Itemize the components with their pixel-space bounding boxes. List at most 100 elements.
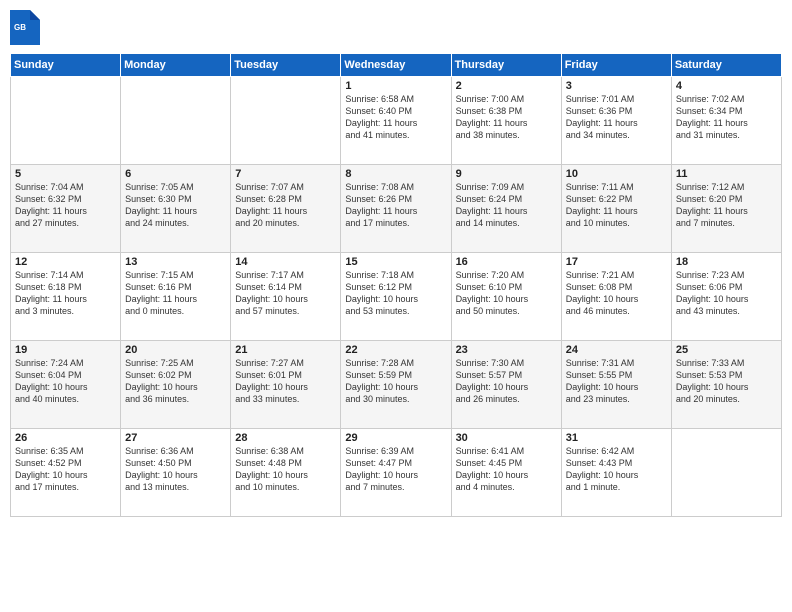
day-number: 16	[456, 256, 557, 268]
day-info: Sunrise: 7:31 AM Sunset: 5:55 PM Dayligh…	[566, 357, 667, 406]
calendar-cell: 9Sunrise: 7:09 AM Sunset: 6:24 PM Daylig…	[451, 165, 561, 253]
day-number: 28	[235, 432, 336, 444]
day-info: Sunrise: 7:25 AM Sunset: 6:02 PM Dayligh…	[125, 357, 226, 406]
calendar-cell: 20Sunrise: 7:25 AM Sunset: 6:02 PM Dayli…	[121, 341, 231, 429]
day-number: 29	[345, 432, 446, 444]
day-header-wednesday: Wednesday	[341, 54, 451, 77]
day-number: 4	[676, 80, 777, 92]
day-number: 19	[15, 344, 116, 356]
calendar-cell: 27Sunrise: 6:36 AM Sunset: 4:50 PM Dayli…	[121, 429, 231, 517]
day-info: Sunrise: 7:17 AM Sunset: 6:14 PM Dayligh…	[235, 269, 336, 318]
day-info: Sunrise: 7:09 AM Sunset: 6:24 PM Dayligh…	[456, 181, 557, 230]
calendar-cell: 10Sunrise: 7:11 AM Sunset: 6:22 PM Dayli…	[561, 165, 671, 253]
calendar-cell: 21Sunrise: 7:27 AM Sunset: 6:01 PM Dayli…	[231, 341, 341, 429]
day-number: 12	[15, 256, 116, 268]
day-info: Sunrise: 7:05 AM Sunset: 6:30 PM Dayligh…	[125, 181, 226, 230]
day-header-thursday: Thursday	[451, 54, 561, 77]
day-info: Sunrise: 7:20 AM Sunset: 6:10 PM Dayligh…	[456, 269, 557, 318]
day-header-tuesday: Tuesday	[231, 54, 341, 77]
day-number: 8	[345, 168, 446, 180]
calendar-cell: 3Sunrise: 7:01 AM Sunset: 6:36 PM Daylig…	[561, 77, 671, 165]
svg-text:GB: GB	[14, 23, 26, 32]
calendar-cell: 23Sunrise: 7:30 AM Sunset: 5:57 PM Dayli…	[451, 341, 561, 429]
day-info: Sunrise: 7:27 AM Sunset: 6:01 PM Dayligh…	[235, 357, 336, 406]
day-info: Sunrise: 6:38 AM Sunset: 4:48 PM Dayligh…	[235, 445, 336, 494]
day-header-monday: Monday	[121, 54, 231, 77]
day-info: Sunrise: 7:18 AM Sunset: 6:12 PM Dayligh…	[345, 269, 446, 318]
day-number: 23	[456, 344, 557, 356]
calendar-cell: 15Sunrise: 7:18 AM Sunset: 6:12 PM Dayli…	[341, 253, 451, 341]
calendar-cell: 12Sunrise: 7:14 AM Sunset: 6:18 PM Dayli…	[11, 253, 121, 341]
day-info: Sunrise: 7:14 AM Sunset: 6:18 PM Dayligh…	[15, 269, 116, 318]
page: GB SundayMondayTuesdayWednesdayThursdayF…	[0, 0, 792, 612]
calendar-cell: 13Sunrise: 7:15 AM Sunset: 6:16 PM Dayli…	[121, 253, 231, 341]
day-info: Sunrise: 7:11 AM Sunset: 6:22 PM Dayligh…	[566, 181, 667, 230]
calendar-cell: 8Sunrise: 7:08 AM Sunset: 6:26 PM Daylig…	[341, 165, 451, 253]
day-info: Sunrise: 7:12 AM Sunset: 6:20 PM Dayligh…	[676, 181, 777, 230]
day-number: 6	[125, 168, 226, 180]
header: GB	[10, 10, 782, 45]
calendar-cell: 22Sunrise: 7:28 AM Sunset: 5:59 PM Dayli…	[341, 341, 451, 429]
day-number: 21	[235, 344, 336, 356]
week-row-1: 1Sunrise: 6:58 AM Sunset: 6:40 PM Daylig…	[11, 77, 782, 165]
day-number: 24	[566, 344, 667, 356]
calendar-cell	[121, 77, 231, 165]
day-header-sunday: Sunday	[11, 54, 121, 77]
day-number: 5	[15, 168, 116, 180]
day-number: 14	[235, 256, 336, 268]
calendar-cell: 31Sunrise: 6:42 AM Sunset: 4:43 PM Dayli…	[561, 429, 671, 517]
calendar-cell: 30Sunrise: 6:41 AM Sunset: 4:45 PM Dayli…	[451, 429, 561, 517]
day-info: Sunrise: 7:00 AM Sunset: 6:38 PM Dayligh…	[456, 93, 557, 142]
day-info: Sunrise: 7:28 AM Sunset: 5:59 PM Dayligh…	[345, 357, 446, 406]
calendar-cell: 25Sunrise: 7:33 AM Sunset: 5:53 PM Dayli…	[671, 341, 781, 429]
week-row-3: 12Sunrise: 7:14 AM Sunset: 6:18 PM Dayli…	[11, 253, 782, 341]
calendar-cell: 5Sunrise: 7:04 AM Sunset: 6:32 PM Daylig…	[11, 165, 121, 253]
day-number: 13	[125, 256, 226, 268]
day-number: 31	[566, 432, 667, 444]
day-number: 1	[345, 80, 446, 92]
calendar-cell: 18Sunrise: 7:23 AM Sunset: 6:06 PM Dayli…	[671, 253, 781, 341]
day-header-saturday: Saturday	[671, 54, 781, 77]
calendar-cell	[671, 429, 781, 517]
day-info: Sunrise: 6:58 AM Sunset: 6:40 PM Dayligh…	[345, 93, 446, 142]
calendar-cell: 11Sunrise: 7:12 AM Sunset: 6:20 PM Dayli…	[671, 165, 781, 253]
day-info: Sunrise: 7:08 AM Sunset: 6:26 PM Dayligh…	[345, 181, 446, 230]
week-row-4: 19Sunrise: 7:24 AM Sunset: 6:04 PM Dayli…	[11, 341, 782, 429]
day-number: 26	[15, 432, 116, 444]
day-number: 18	[676, 256, 777, 268]
calendar-cell	[11, 77, 121, 165]
calendar-cell: 29Sunrise: 6:39 AM Sunset: 4:47 PM Dayli…	[341, 429, 451, 517]
day-info: Sunrise: 7:01 AM Sunset: 6:36 PM Dayligh…	[566, 93, 667, 142]
calendar-cell: 4Sunrise: 7:02 AM Sunset: 6:34 PM Daylig…	[671, 77, 781, 165]
day-number: 30	[456, 432, 557, 444]
calendar-cell: 17Sunrise: 7:21 AM Sunset: 6:08 PM Dayli…	[561, 253, 671, 341]
day-info: Sunrise: 6:39 AM Sunset: 4:47 PM Dayligh…	[345, 445, 446, 494]
day-number: 7	[235, 168, 336, 180]
day-number: 2	[456, 80, 557, 92]
day-number: 10	[566, 168, 667, 180]
calendar-cell: 6Sunrise: 7:05 AM Sunset: 6:30 PM Daylig…	[121, 165, 231, 253]
day-number: 27	[125, 432, 226, 444]
day-info: Sunrise: 7:15 AM Sunset: 6:16 PM Dayligh…	[125, 269, 226, 318]
calendar-cell: 19Sunrise: 7:24 AM Sunset: 6:04 PM Dayli…	[11, 341, 121, 429]
day-info: Sunrise: 6:41 AM Sunset: 4:45 PM Dayligh…	[456, 445, 557, 494]
calendar-cell: 2Sunrise: 7:00 AM Sunset: 6:38 PM Daylig…	[451, 77, 561, 165]
calendar-cell: 16Sunrise: 7:20 AM Sunset: 6:10 PM Dayli…	[451, 253, 561, 341]
day-info: Sunrise: 7:23 AM Sunset: 6:06 PM Dayligh…	[676, 269, 777, 318]
day-info: Sunrise: 6:35 AM Sunset: 4:52 PM Dayligh…	[15, 445, 116, 494]
day-number: 22	[345, 344, 446, 356]
day-info: Sunrise: 7:24 AM Sunset: 6:04 PM Dayligh…	[15, 357, 116, 406]
day-number: 17	[566, 256, 667, 268]
calendar-cell: 1Sunrise: 6:58 AM Sunset: 6:40 PM Daylig…	[341, 77, 451, 165]
day-number: 9	[456, 168, 557, 180]
day-info: Sunrise: 7:33 AM Sunset: 5:53 PM Dayligh…	[676, 357, 777, 406]
week-row-5: 26Sunrise: 6:35 AM Sunset: 4:52 PM Dayli…	[11, 429, 782, 517]
day-number: 3	[566, 80, 667, 92]
week-row-2: 5Sunrise: 7:04 AM Sunset: 6:32 PM Daylig…	[11, 165, 782, 253]
day-info: Sunrise: 7:07 AM Sunset: 6:28 PM Dayligh…	[235, 181, 336, 230]
calendar-cell: 26Sunrise: 6:35 AM Sunset: 4:52 PM Dayli…	[11, 429, 121, 517]
day-info: Sunrise: 6:36 AM Sunset: 4:50 PM Dayligh…	[125, 445, 226, 494]
calendar-cell: 7Sunrise: 7:07 AM Sunset: 6:28 PM Daylig…	[231, 165, 341, 253]
day-info: Sunrise: 7:04 AM Sunset: 6:32 PM Dayligh…	[15, 181, 116, 230]
logo: GB	[10, 10, 44, 45]
